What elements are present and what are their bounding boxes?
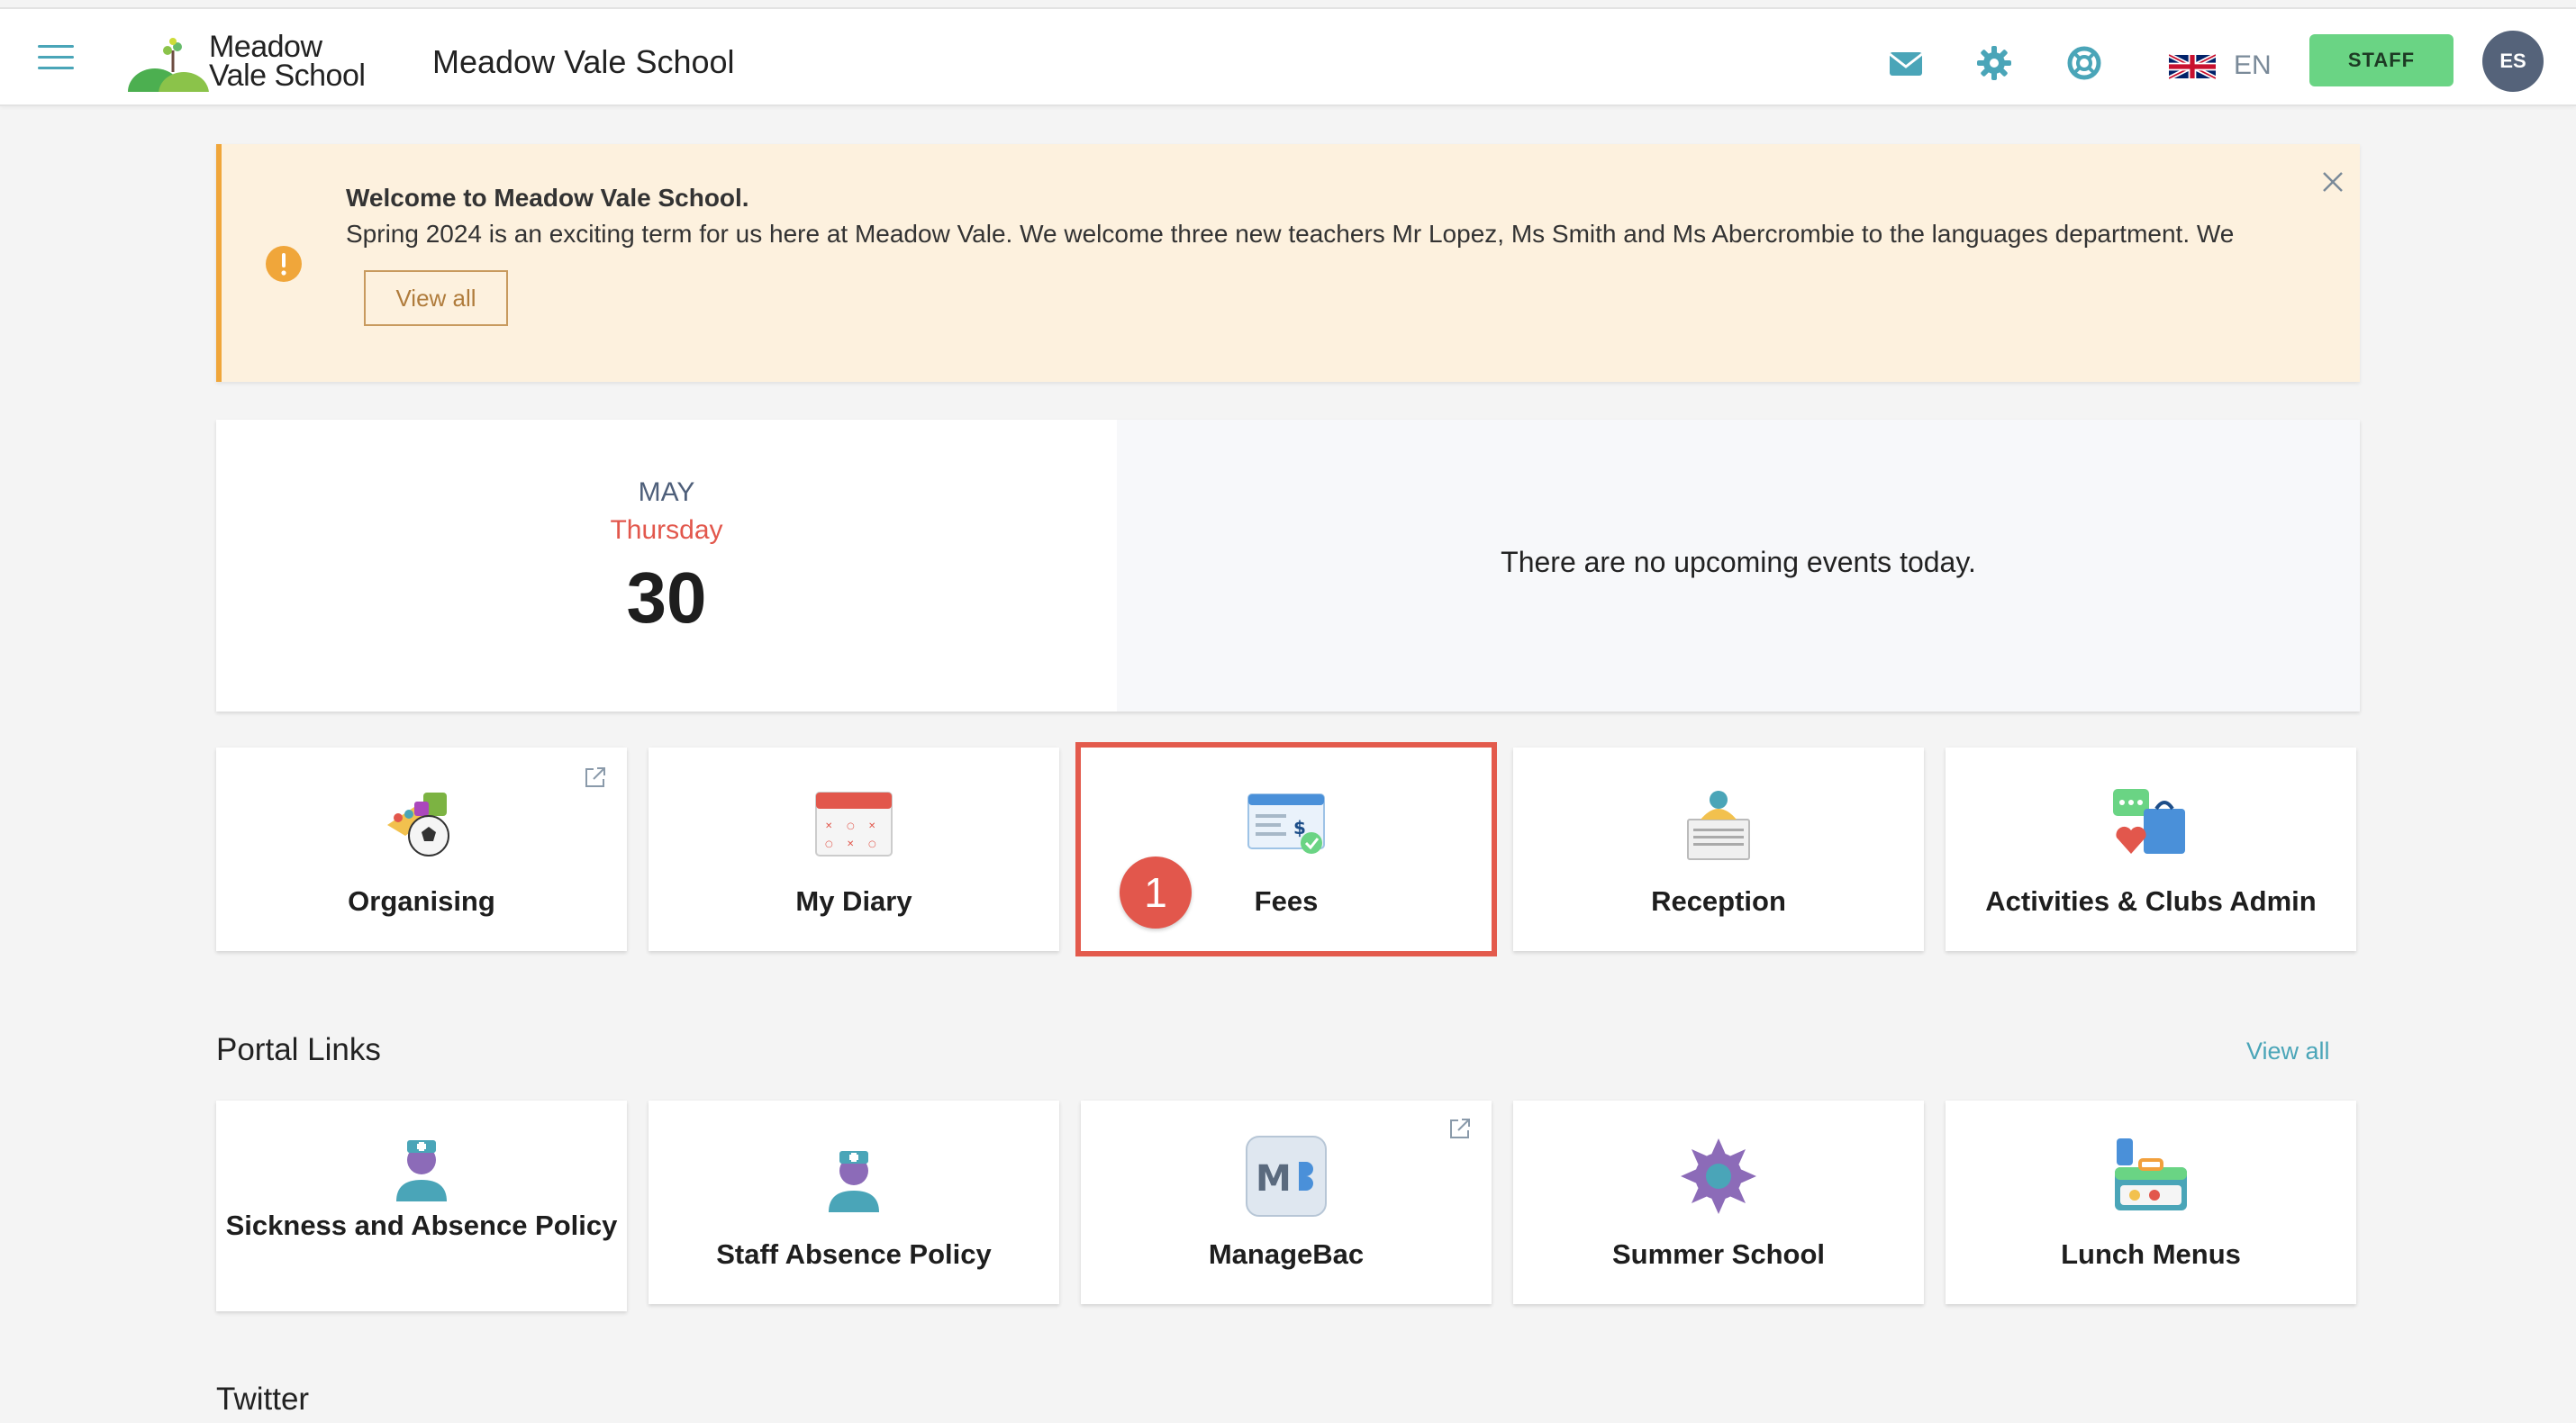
- language-selector[interactable]: EN: [2234, 50, 2272, 81]
- announcement-title: Welcome to Meadow Vale School.: [346, 184, 749, 212]
- svg-text:✕: ✕: [868, 821, 875, 831]
- lifebuoy-icon[interactable]: [2064, 43, 2104, 83]
- external-link-icon[interactable]: [1447, 1115, 1474, 1142]
- nurse-icon: [396, 1140, 447, 1201]
- announcement-view-all-button[interactable]: View all: [364, 270, 508, 326]
- logo-line-2: Vale School: [209, 59, 366, 93]
- warning-icon: [266, 246, 302, 282]
- external-link-icon[interactable]: [582, 764, 609, 791]
- events-panel: There are no upcoming events today.: [1117, 420, 2360, 712]
- tile-label: Activities & Clubs Admin: [1985, 885, 2317, 917]
- tile-label: Lunch Menus: [2061, 1238, 2241, 1270]
- reception-bell-icon: [1687, 791, 1750, 860]
- tile-label: Summer School: [1612, 1238, 1825, 1270]
- top-bar: Meadow Vale School Meadow Vale School EN…: [0, 7, 2576, 115]
- svg-text:M: M: [1256, 1158, 1292, 1200]
- school-logo[interactable]: Meadow Vale School: [128, 27, 371, 115]
- portal-tile-staff-absence-policy[interactable]: Staff Absence Policy: [649, 1101, 1059, 1304]
- date-panel: MAY Thursday 30: [216, 420, 1117, 712]
- announcement-body: Spring 2024 is an exciting term for us h…: [346, 220, 2235, 248]
- twitter-heading: Twitter: [216, 1382, 310, 1417]
- avatar[interactable]: ES: [2482, 31, 2544, 92]
- no-events-message: There are no upcoming events today.: [1501, 546, 1976, 578]
- svg-text:✕: ✕: [825, 821, 832, 831]
- step-number-badge: 1: [1120, 857, 1192, 929]
- close-icon[interactable]: [2318, 168, 2347, 196]
- calendar-weekday: Thursday: [610, 515, 723, 545]
- uk-flag-icon[interactable]: [2169, 54, 2216, 79]
- calendar-month: MAY: [638, 477, 695, 507]
- portal-links-view-all-link[interactable]: View all: [2246, 1038, 2330, 1065]
- tile-label: Staff Absence Policy: [716, 1238, 992, 1270]
- fees-cheque-icon: $: [1247, 793, 1325, 854]
- tile-label: Reception: [1651, 885, 1786, 917]
- tile-label: My Diary: [795, 885, 912, 917]
- managebac-logo-icon: M: [1246, 1136, 1327, 1217]
- svg-text:○: ○: [825, 839, 833, 849]
- tile-label: ManageBac: [1208, 1238, 1365, 1270]
- portal-tile-managebac[interactable]: M ManageBac: [1081, 1101, 1492, 1304]
- portal-links-heading: Portal Links: [216, 1032, 381, 1067]
- tile-label: Sickness and Absence Policy: [225, 1210, 618, 1241]
- nurse-icon: [829, 1151, 879, 1212]
- portal-tile-summer-school[interactable]: Summer School: [1513, 1101, 1924, 1304]
- hamburger-menu-icon[interactable]: [38, 45, 74, 72]
- calendar-icon: ✕ ○ ✕ ○ ✕ ○: [815, 792, 893, 857]
- envelope-icon[interactable]: [1886, 43, 1926, 83]
- calendar-widget: MAY Thursday 30 There are no upcoming ev…: [216, 420, 2360, 712]
- staff-button[interactable]: STAFF: [2309, 34, 2454, 86]
- portal-tile-lunch-menus[interactable]: Lunch Menus: [1946, 1101, 2356, 1304]
- logo-line-1: Meadow: [209, 30, 322, 64]
- activities-icon: [2113, 789, 2185, 854]
- portal-tile-sickness-absence-policy[interactable]: Sickness and Absence Policy: [216, 1101, 627, 1311]
- lunchbox-icon: [2115, 1138, 2187, 1210]
- app-tile-reception[interactable]: Reception: [1513, 748, 1924, 951]
- announcement-banner: Welcome to Meadow Vale School. Spring 20…: [216, 144, 2360, 382]
- calendar-day-number: 30: [626, 557, 707, 638]
- page-title: Meadow Vale School: [432, 43, 735, 80]
- logo-text: Meadow Vale School: [209, 30, 366, 93]
- app-tile-activities-clubs-admin[interactable]: Activities & Clubs Admin: [1946, 748, 2356, 951]
- app-tile-organising[interactable]: Organising: [216, 748, 627, 951]
- hills-tree-icon: [128, 38, 209, 115]
- gear-icon[interactable]: [1974, 43, 2014, 83]
- organising-icon: [387, 793, 449, 857]
- app-tile-my-diary[interactable]: ✕ ○ ✕ ○ ✕ ○ My Diary: [649, 748, 1059, 951]
- svg-text:○: ○: [847, 821, 855, 831]
- sun-icon: [1681, 1138, 1756, 1214]
- svg-text:○: ○: [868, 839, 876, 849]
- tile-label: Organising: [348, 885, 495, 917]
- svg-text:✕: ✕: [847, 839, 854, 849]
